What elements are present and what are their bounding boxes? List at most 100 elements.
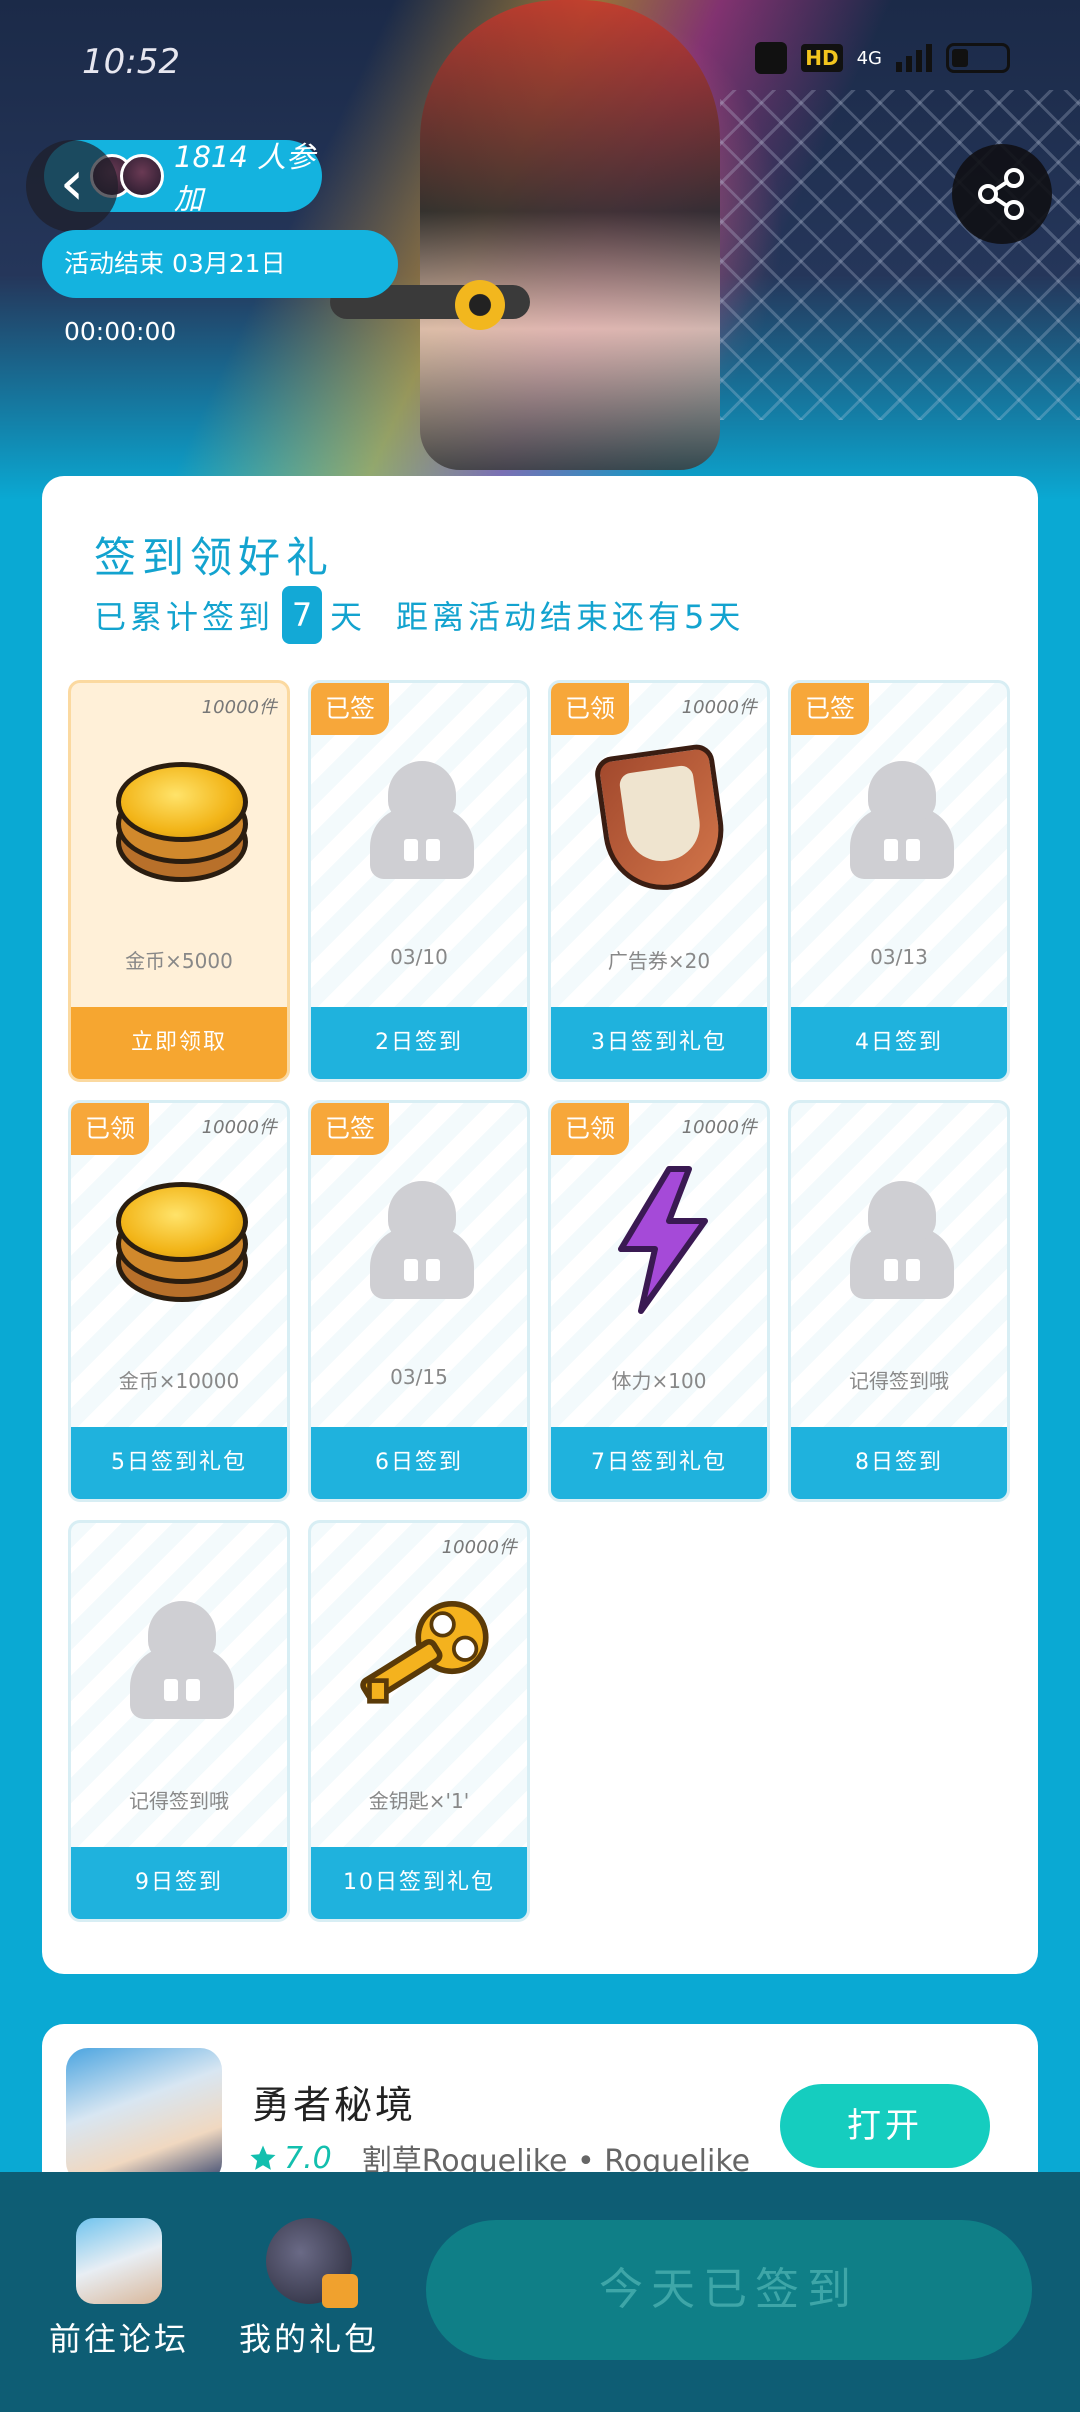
day-footer-button[interactable]: 7日签到礼包 xyxy=(551,1427,767,1499)
day-footer-button[interactable]: 9日签到 xyxy=(71,1847,287,1919)
signin-day-card[interactable]: 10000件金钥匙×'1' 10日签到礼包 xyxy=(308,1520,530,1922)
character-artwork xyxy=(420,0,720,470)
signin-day-card[interactable]: 已领 10000件广告券×20 3日签到礼包 xyxy=(548,680,770,1082)
game-card: 勇者秘境 7.0 割草Roguelike • Roguelike 打开 xyxy=(42,2024,1038,2184)
reward-label: 金钥匙×'1' xyxy=(368,1789,470,1813)
stock-count: 10000件 xyxy=(681,1117,757,1138)
day-footer-button[interactable]: 立即领取 xyxy=(71,1007,287,1079)
signin-day-card[interactable]: 已签 03/13 4日签到 xyxy=(788,680,1010,1082)
reward-label: 03/10 xyxy=(390,945,448,969)
day-footer-button[interactable]: 6日签到 xyxy=(311,1427,527,1499)
reward-icon-wrap xyxy=(587,742,737,898)
reward-label: 记得签到哦 xyxy=(129,1789,229,1813)
signin-day-card[interactable]: 已签 03/15 6日签到 xyxy=(308,1100,530,1502)
signin-day-card[interactable]: 已领 10000件金币×10000 5日签到礼包 xyxy=(68,1100,290,1502)
bottom-bar: 前往论坛 我的礼包 今天已签到 xyxy=(0,2172,1080,2412)
day-footer-button[interactable]: 4日签到 xyxy=(791,1007,1007,1079)
reward-icon-wrap xyxy=(587,1165,737,1315)
progress-days: 7 xyxy=(282,586,323,644)
my-gifts-nav[interactable]: 我的礼包 xyxy=(234,2218,384,2360)
rating-value: 7.0 xyxy=(284,2140,332,2176)
day-footer-button[interactable]: 10日签到礼包 xyxy=(311,1847,527,1919)
status-tag: 已签 xyxy=(311,683,389,735)
remaining-days: 距离活动结束还有5天 xyxy=(396,598,745,636)
alarm-icon xyxy=(755,42,788,74)
signin-title: 签到领好礼 xyxy=(94,533,335,582)
day-footer-button[interactable]: 5日签到礼包 xyxy=(71,1427,287,1499)
coin-icon xyxy=(116,1174,248,1306)
status-tag: 已签 xyxy=(791,683,869,735)
gift-icon xyxy=(266,2218,358,2308)
day-footer-button[interactable]: 3日签到礼包 xyxy=(551,1007,767,1079)
checked-in-button[interactable]: 今天已签到 xyxy=(426,2220,1032,2360)
event-end-time: 活动结束 03月21日 00:00:00 xyxy=(42,230,398,346)
reward-label: 金币×10000 xyxy=(118,1369,240,1393)
key-icon xyxy=(360,1600,489,1704)
reward-label: 03/15 xyxy=(390,1365,448,1389)
hd-icon: HD xyxy=(801,44,843,72)
reward-label: 体力×100 xyxy=(611,1369,707,1393)
stock-count: 10000件 xyxy=(201,697,277,718)
mascot-placeholder-icon xyxy=(370,1181,474,1299)
signin-day-card[interactable]: 已签 03/10 2日签到 xyxy=(308,680,530,1082)
reward-icon-wrap xyxy=(827,745,977,895)
avatar xyxy=(120,154,164,198)
bolt-icon xyxy=(618,1166,708,1314)
skateboard-wheel xyxy=(455,280,505,330)
open-game-button[interactable]: 打开 xyxy=(780,2084,990,2168)
reward-icon-wrap xyxy=(347,745,497,895)
back-button[interactable]: ‹ xyxy=(26,140,118,232)
star-icon xyxy=(250,2145,276,2170)
forum-label: 前往论坛 xyxy=(48,2320,189,2358)
game-icon[interactable] xyxy=(66,2048,222,2184)
share-button[interactable] xyxy=(952,144,1052,244)
ticket-icon xyxy=(592,742,732,898)
chevron-left-icon: ‹ xyxy=(59,146,85,219)
reward-label: 广告券×20 xyxy=(607,949,711,973)
participants-count: 1814 人参加 xyxy=(174,140,316,216)
signin-card: 签到领好礼 已累计签到 7 天 距离活动结束还有5天 10000件 金币×5000… xyxy=(42,476,1038,1974)
gifts-label: 我的礼包 xyxy=(238,2320,379,2358)
share-icon xyxy=(978,168,1024,220)
forum-nav[interactable]: 前往论坛 xyxy=(44,2218,194,2360)
game-rating: 7.0 xyxy=(248,2141,332,2176)
signin-day-card[interactable]: 10000件金币×5000 立即领取 xyxy=(68,680,290,1082)
progress-prefix: 已累计签到 xyxy=(94,598,275,636)
day-footer-button[interactable]: 2日签到 xyxy=(311,1007,527,1079)
signal-icon xyxy=(896,44,932,72)
day-footer-button[interactable]: 8日签到 xyxy=(791,1427,1007,1499)
reward-label: 记得签到哦 xyxy=(849,1369,949,1393)
forum-icon xyxy=(76,2218,162,2304)
battery-icon xyxy=(946,43,1010,73)
mascot-placeholder-icon xyxy=(850,761,954,879)
stock-count: 10000件 xyxy=(681,697,757,718)
reward-icon-wrap xyxy=(107,745,257,895)
reward-icon-wrap xyxy=(107,1585,257,1735)
reward-icon-wrap xyxy=(347,1165,497,1315)
mascot-placeholder-icon xyxy=(370,761,474,879)
status-tag: 已领 xyxy=(551,1103,629,1155)
signin-progress: 已累计签到 7 天 距离活动结束还有5天 xyxy=(94,586,744,644)
progress-unit: 天 xyxy=(330,598,367,636)
reward-label: 03/13 xyxy=(870,945,928,969)
mascot-placeholder-icon xyxy=(130,1601,234,1719)
stock-count: 10000件 xyxy=(441,1537,517,1558)
reward-icon-wrap xyxy=(107,1165,257,1315)
reward-icon-wrap xyxy=(827,1165,977,1315)
game-name: 勇者秘境 xyxy=(252,2083,417,2127)
mascot-placeholder-icon xyxy=(850,1181,954,1299)
status-tag: 已签 xyxy=(311,1103,389,1155)
status-icons: HD 4G xyxy=(755,42,1010,74)
status-time: 10:52 xyxy=(82,42,180,82)
network-type: 4G xyxy=(856,47,882,69)
status-tag: 已领 xyxy=(71,1103,149,1155)
fence-decoration xyxy=(720,90,1080,420)
signin-day-card[interactable]: 已领 10000件体力×100 7日签到礼包 xyxy=(548,1100,770,1502)
reward-label: 金币×5000 xyxy=(125,949,233,973)
signin-day-card[interactable]: 记得签到哦 8日签到 xyxy=(788,1100,1010,1502)
stock-count: 10000件 xyxy=(201,1117,277,1138)
signin-day-card[interactable]: 记得签到哦 9日签到 xyxy=(68,1520,290,1922)
status-tag: 已领 xyxy=(551,683,629,735)
reward-icon-wrap xyxy=(347,1585,497,1735)
coin-icon xyxy=(116,754,248,886)
